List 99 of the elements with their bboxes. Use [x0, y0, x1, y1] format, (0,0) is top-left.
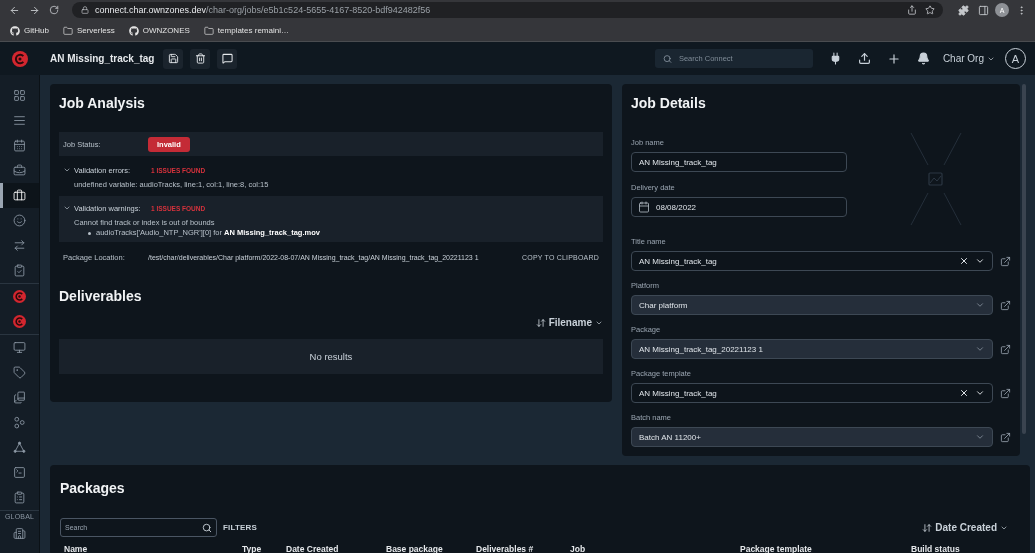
arrow-right-icon	[28, 4, 40, 16]
url-path: /char-org/jobs/e5b1c524-5655-4167-8520-bdf942482f56	[206, 5, 431, 15]
panel-title: Job Analysis	[59, 94, 146, 112]
external-link-icon	[1000, 299, 1011, 311]
column-header: Job	[570, 543, 587, 553]
clipboard-list-icon	[13, 491, 26, 504]
panel-title: Packages	[60, 479, 126, 497]
column-header: Base package	[386, 543, 444, 553]
calendar-icon	[638, 201, 650, 213]
swap-arrows-icon	[13, 239, 26, 252]
chevron-down-icon	[975, 256, 985, 266]
date-field[interactable]: 08/08/2022	[631, 197, 847, 217]
sort-icon	[535, 317, 546, 328]
open-link-button[interactable]	[1000, 255, 1011, 267]
monitor-icon	[13, 341, 26, 354]
logo-icon	[13, 315, 26, 328]
arrow-left-icon	[8, 4, 20, 16]
save-icon	[168, 53, 179, 64]
lock-icon	[81, 6, 89, 14]
sidebar-item[interactable]	[0, 183, 39, 208]
notifications-button[interactable]	[916, 52, 930, 65]
save-button[interactable]	[163, 48, 184, 69]
folder-icon	[203, 25, 214, 36]
building-icon	[13, 527, 26, 540]
search-icon	[662, 54, 672, 63]
url-host: connect.char.ownzones.dev	[95, 5, 207, 15]
share-icon[interactable]	[907, 5, 917, 15]
upload-icon	[857, 52, 871, 65]
empty-results-message: No results	[59, 339, 603, 374]
delete-button[interactable]	[190, 48, 211, 69]
comment-icon	[222, 53, 233, 64]
chevron-down-icon	[975, 344, 985, 354]
node-triangle-icon	[13, 441, 26, 454]
trash-icon	[195, 53, 206, 64]
calendar-icon	[13, 139, 26, 152]
briefcase-icon	[13, 189, 26, 202]
bell-icon	[916, 52, 930, 65]
search-icon	[202, 522, 212, 533]
column-header: Deliverables #	[476, 543, 535, 553]
chevron-down-icon	[975, 388, 985, 398]
column-header: Build status	[911, 543, 961, 553]
chevron-down-icon[interactable]	[63, 204, 71, 212]
circles-icon	[13, 416, 26, 429]
sort-button[interactable]: Filename	[535, 317, 603, 328]
cat-icon	[10, 25, 20, 36]
grid-icon	[13, 89, 26, 102]
add-button[interactable]	[886, 51, 901, 66]
select-field[interactable]: AN Missing_track_tag	[631, 383, 993, 403]
star-icon[interactable]	[925, 5, 935, 15]
chevron-down-icon	[975, 432, 985, 442]
column-header: Date Created	[286, 543, 340, 553]
clipboard-check-icon	[13, 264, 26, 277]
org-menu[interactable]: Char Org	[942, 53, 995, 64]
logo-icon[interactable]	[12, 50, 28, 67]
upload-button[interactable]	[857, 52, 871, 65]
external-link-icon	[1000, 387, 1011, 399]
book-icon	[13, 391, 26, 404]
clear-icon[interactable]	[959, 388, 969, 398]
bookmark[interactable]: GitHub	[8, 25, 51, 36]
reload-icon	[49, 5, 59, 15]
cat-icon	[128, 25, 139, 36]
address-bar[interactable]: connect.char.ownzones.dev/char-org/jobs/e5b1c524-5655-4167-8520-bdf942482f56	[72, 2, 943, 18]
sort-button[interactable]: Date Created	[922, 522, 1008, 533]
bullet-icon	[88, 231, 91, 235]
side-panel-icon	[977, 4, 989, 16]
code-window-icon	[13, 466, 26, 479]
column-header: Package template	[740, 543, 813, 553]
bookmark[interactable]: Serverless	[60, 25, 117, 36]
panel-title: Job Details	[631, 94, 707, 112]
puzzle-icon	[957, 4, 969, 16]
page-title: AN Missing_track_tag	[50, 53, 155, 64]
external-link-icon	[1000, 431, 1011, 443]
lines-icon	[13, 114, 26, 127]
sort-icon	[922, 522, 933, 533]
column-header: Name	[64, 543, 89, 553]
chevron-down-icon[interactable]	[63, 166, 71, 174]
logo-icon	[13, 290, 26, 303]
bookmark[interactable]: OWNZONES	[126, 25, 192, 36]
open-link-button[interactable]	[1000, 431, 1011, 443]
extensions-button[interactable]	[955, 2, 971, 18]
smiley-icon	[13, 214, 26, 227]
tag-icon	[13, 366, 26, 379]
clear-icon[interactable]	[959, 256, 969, 266]
external-link-icon	[1000, 343, 1011, 355]
external-link-icon	[1000, 255, 1011, 267]
open-link-button[interactable]	[1000, 387, 1011, 399]
filters-button[interactable]: FILTERS	[223, 523, 258, 532]
open-link-button[interactable]	[1000, 299, 1011, 311]
column-header: Type	[242, 543, 263, 553]
select-field[interactable]: AN Missing_track_tag	[631, 251, 993, 271]
text-field[interactable]: AN Missing_track_tag	[631, 152, 847, 172]
bookmark[interactable]: templates remaini…	[201, 25, 291, 36]
folder-icon	[62, 25, 73, 36]
section-title: Deliverables	[59, 287, 143, 305]
plus-icon	[886, 51, 901, 66]
comment-button[interactable]	[217, 48, 238, 69]
chevron-down-icon	[975, 300, 985, 310]
open-link-button[interactable]	[1000, 343, 1011, 355]
briefcase-icon	[13, 164, 26, 177]
